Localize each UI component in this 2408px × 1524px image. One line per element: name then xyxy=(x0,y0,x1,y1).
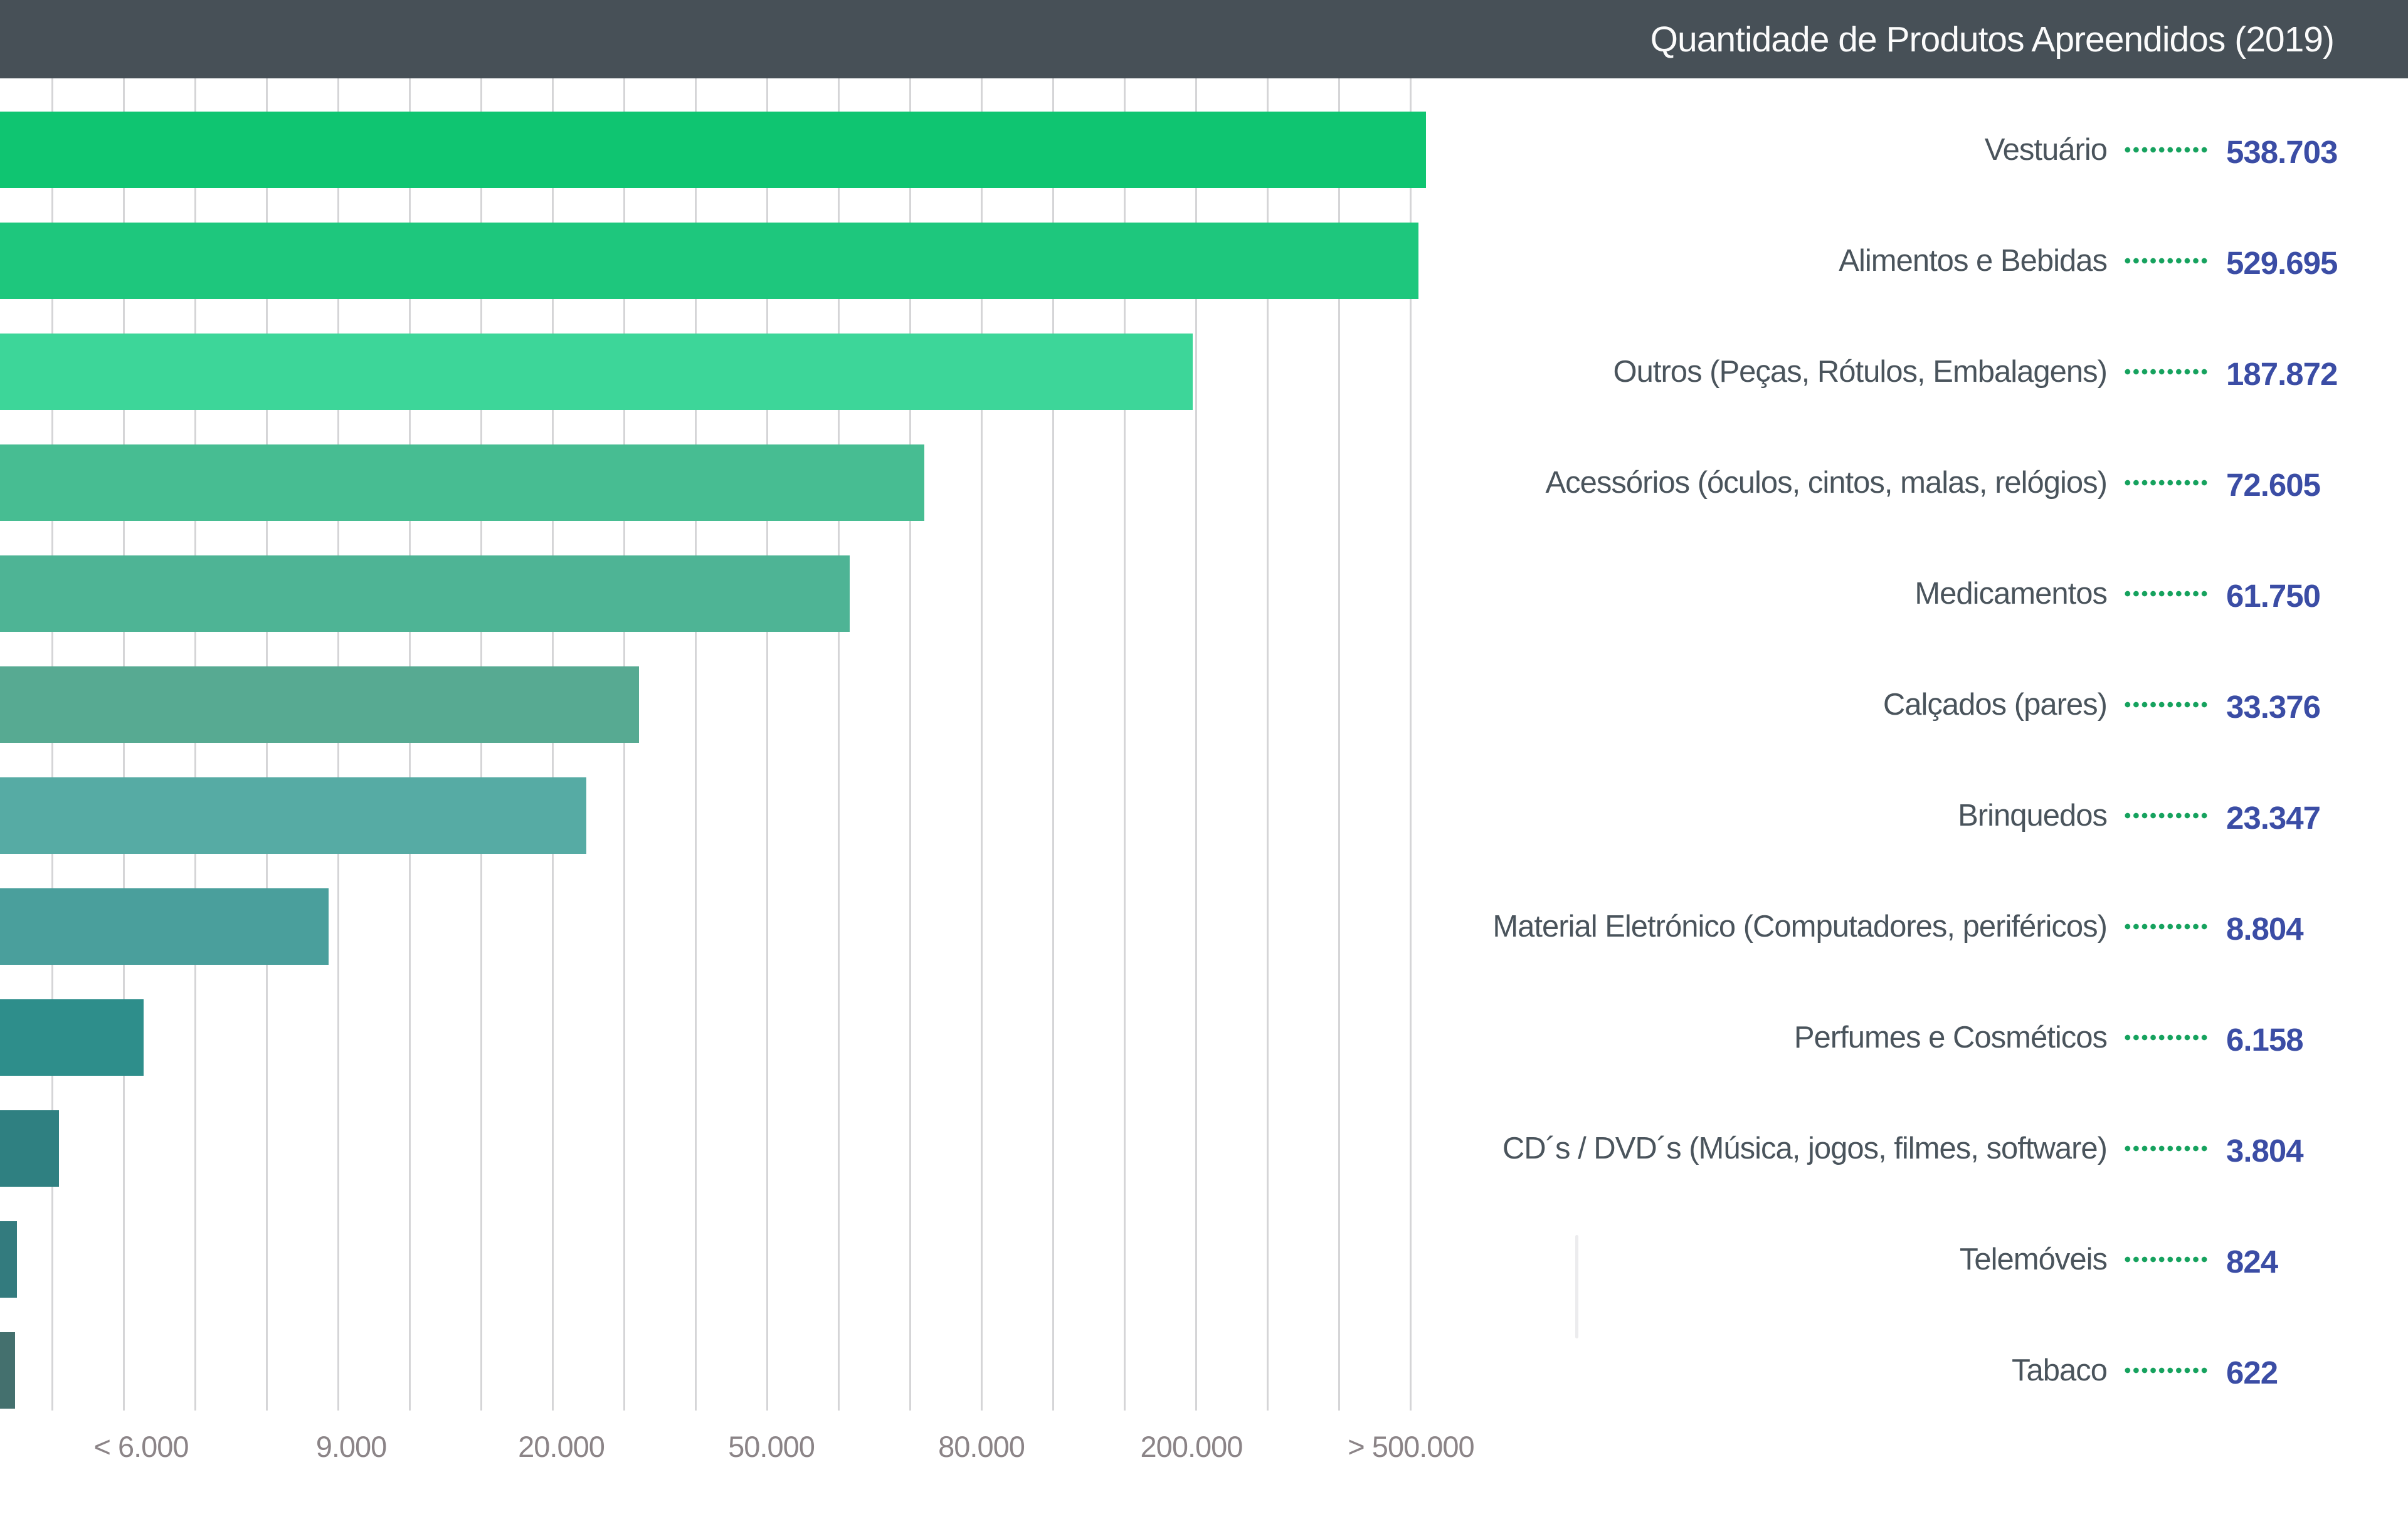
category-label: Medicamentos xyxy=(1914,576,2107,611)
legend-row-telemoveis: Telemóveis 824 xyxy=(0,1221,2408,1298)
x-tick-gt-500000: > 500.000 xyxy=(1348,1429,1474,1464)
legend-row-acessorios: Acessórios (óculos, cintos, malas, relóg… xyxy=(0,444,2408,521)
legend-row-medicamentos: Medicamentos 61.750 xyxy=(0,555,2408,632)
legend-row-vestuario: Vestuário 538.703 xyxy=(0,112,2408,188)
chart-title: Quantidade de Produtos Apreendidos (2019… xyxy=(1650,19,2408,60)
category-label: Telemóveis xyxy=(1960,1242,2107,1277)
legend-row-tabaco: Tabaco 622 xyxy=(0,1332,2408,1409)
x-tick-20000: 20.000 xyxy=(518,1429,605,1464)
x-tick-50000: 50.000 xyxy=(728,1429,815,1464)
dot-leader xyxy=(2123,1256,2209,1263)
header-bar: Quantidade de Produtos Apreendidos (2019… xyxy=(0,0,2408,78)
dot-leader xyxy=(2123,147,2209,153)
value-label: 8.804 xyxy=(2226,910,2339,947)
value-label: 3.804 xyxy=(2226,1132,2339,1169)
value-label: 538.703 xyxy=(2226,134,2339,171)
category-label: Calçados (pares) xyxy=(1883,687,2107,722)
x-tick-200000: 200.000 xyxy=(1141,1429,1243,1464)
dot-leader xyxy=(2123,258,2209,264)
faint-line-artifact xyxy=(1575,1235,1578,1338)
legend-row-brinquedos: Brinquedos 23.347 xyxy=(0,777,2408,854)
value-label: 33.376 xyxy=(2226,688,2339,725)
x-tick-lt-6000: < 6.000 xyxy=(93,1429,188,1464)
category-label: Tabaco xyxy=(2012,1353,2107,1388)
category-label: Vestuário xyxy=(1985,132,2107,167)
value-label: 622 xyxy=(2226,1354,2339,1391)
dot-leader xyxy=(2123,1367,2209,1374)
value-label: 72.605 xyxy=(2226,466,2339,503)
legend-row-calcados: Calçados (pares) 33.376 xyxy=(0,666,2408,743)
value-label: 824 xyxy=(2226,1243,2339,1280)
category-label: Alimentos e Bebidas xyxy=(1839,243,2107,278)
category-label: Acessórios (óculos, cintos, malas, relóg… xyxy=(1545,465,2107,500)
legend-row-cds-dvds: CD´s / DVD´s (Música, jogos, filmes, sof… xyxy=(0,1110,2408,1187)
category-label: Perfumes e Cosméticos xyxy=(1794,1020,2107,1055)
category-label: CD´s / DVD´s (Música, jogos, filmes, sof… xyxy=(1502,1131,2107,1166)
x-tick-9000: 9.000 xyxy=(316,1429,387,1464)
dot-leader xyxy=(2123,1034,2209,1041)
category-label: Material Eletrónico (Computadores, perif… xyxy=(1492,909,2107,944)
value-label: 61.750 xyxy=(2226,577,2339,614)
bar-chart: Vestuário 538.703 Alimentos e Bebidas 52… xyxy=(0,78,2408,1524)
legend-row-outros: Outros (Peças, Rótulos, Embalagens) 187.… xyxy=(0,334,2408,410)
dot-leader xyxy=(2123,923,2209,930)
dot-leader xyxy=(2123,369,2209,375)
category-label: Brinquedos xyxy=(1958,798,2107,833)
dot-leader xyxy=(2123,1145,2209,1152)
dot-leader xyxy=(2123,480,2209,486)
legend-row-alimentos-e-bebidas: Alimentos e Bebidas 529.695 xyxy=(0,223,2408,299)
value-label: 529.695 xyxy=(2226,244,2339,281)
dot-leader xyxy=(2123,591,2209,597)
category-label: Outros (Peças, Rótulos, Embalagens) xyxy=(1613,354,2107,389)
dot-leader xyxy=(2123,812,2209,819)
infographic: Quantidade de Produtos Apreendidos (2019… xyxy=(0,0,2408,1524)
dot-leader xyxy=(2123,702,2209,708)
legend-row-material-eletronico: Material Eletrónico (Computadores, perif… xyxy=(0,888,2408,965)
value-label: 6.158 xyxy=(2226,1021,2339,1058)
value-label: 187.872 xyxy=(2226,355,2339,392)
x-tick-80000: 80.000 xyxy=(938,1429,1025,1464)
value-label: 23.347 xyxy=(2226,799,2339,836)
legend-row-perfumes-e-cosmeticos: Perfumes e Cosméticos 6.158 xyxy=(0,999,2408,1076)
